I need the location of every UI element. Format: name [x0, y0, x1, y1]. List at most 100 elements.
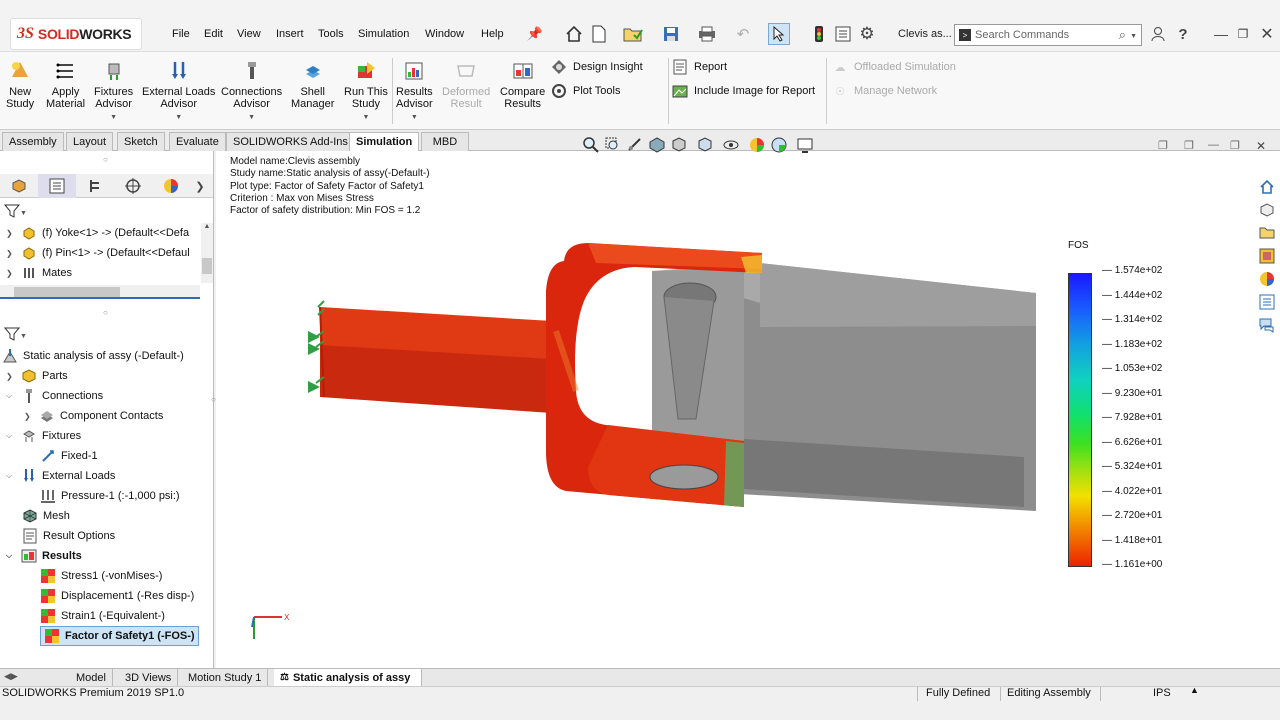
- file-explorer-icon[interactable]: [1256, 223, 1278, 243]
- doc-minimize-icon[interactable]: —: [1208, 139, 1219, 151]
- traffic-light-icon[interactable]: [808, 23, 830, 45]
- tree-pressure-1[interactable]: Pressure-1 (:-1,000 psi:): [0, 486, 212, 506]
- collapse-icon[interactable]: ⌵: [6, 551, 16, 561]
- options-icon[interactable]: ⚙: [856, 23, 878, 45]
- splitter-handle[interactable]: ○: [103, 308, 108, 317]
- design-insight-button[interactable]: Design Insight: [551, 59, 643, 75]
- filter-button[interactable]: ▼: [3, 326, 27, 345]
- tree-fixed-1[interactable]: Fixed-1: [0, 446, 212, 466]
- new-study-button[interactable]: New Study: [6, 58, 34, 110]
- chevron-down-icon[interactable]: ▼: [1130, 33, 1137, 40]
- shell-manager-button[interactable]: Shell Manager: [291, 58, 334, 110]
- tree-study[interactable]: Static analysis of assy (-Default-): [0, 346, 212, 366]
- doc-tile-right-icon[interactable]: ❐: [1184, 139, 1194, 152]
- tree-mesh[interactable]: Mesh: [0, 506, 212, 526]
- pin-icon[interactable]: 📌: [524, 23, 546, 45]
- fixtures-advisor-button[interactable]: Fixtures Advisor ▼: [94, 58, 133, 124]
- tree-item-pin[interactable]: ❯ (f) Pin<1> -> (Default<<Defaul: [0, 243, 200, 263]
- tree-external-loads[interactable]: ⌵ External Loads: [0, 466, 212, 486]
- tree-stress1[interactable]: Stress1 (-vonMises-): [0, 566, 212, 586]
- fos-result-model[interactable]: [216, 151, 1056, 571]
- feature-manager-tab-icon[interactable]: [0, 174, 38, 198]
- doc-close-icon[interactable]: ✕: [1256, 139, 1266, 153]
- collapse-icon[interactable]: ⌵: [6, 431, 16, 441]
- restore-icon[interactable]: ❐: [1232, 23, 1254, 45]
- search-input[interactable]: Search Commands: [975, 29, 1115, 41]
- offloaded-simulation-button[interactable]: ☁ Offloaded Simulation: [832, 59, 956, 75]
- custom-properties-icon[interactable]: [1256, 292, 1278, 312]
- menu-tools[interactable]: Tools: [318, 28, 344, 40]
- search-icon[interactable]: ⌕: [1119, 27, 1126, 43]
- doc-tile-left-icon[interactable]: ❐: [1158, 139, 1168, 152]
- expand-icon[interactable]: ❯: [6, 229, 16, 238]
- scroll-thumb[interactable]: [14, 287, 120, 297]
- search-commands[interactable]: > Search Commands ⌕ ▼: [954, 24, 1142, 46]
- compare-results-button[interactable]: Compare Results: [500, 58, 545, 110]
- tree-result-options[interactable]: Result Options: [0, 526, 212, 546]
- tree-item-yoke[interactable]: ❯ (f) Yoke<1> -> (Default<<Defa: [0, 223, 200, 243]
- minimize-icon[interactable]: —: [1210, 23, 1232, 45]
- home-icon[interactable]: [563, 23, 585, 45]
- display-manager-tab-icon[interactable]: [152, 174, 190, 198]
- tree-parts[interactable]: ❯ Parts: [0, 366, 212, 386]
- user-icon[interactable]: [1147, 23, 1169, 45]
- menu-edit[interactable]: Edit: [204, 28, 223, 40]
- apply-material-button[interactable]: Apply Material: [46, 58, 85, 110]
- tree-displacement1[interactable]: Displacement1 (-Res disp-): [0, 586, 212, 606]
- plot-tools-button[interactable]: Plot Tools ▼: [551, 83, 685, 99]
- expand-icon[interactable]: ❯: [24, 412, 34, 421]
- close-icon[interactable]: ✕: [1256, 23, 1278, 45]
- tab-motion-study-1[interactable]: Motion Study 1: [182, 669, 269, 686]
- expand-icon[interactable]: ❯: [6, 249, 16, 258]
- tab-layout[interactable]: Layout: [66, 132, 114, 151]
- new-doc-icon[interactable]: [588, 23, 610, 45]
- menu-help[interactable]: Help: [481, 28, 504, 40]
- configuration-manager-tab-icon[interactable]: [76, 174, 114, 198]
- tree-item-mates[interactable]: ❯ Mates: [0, 263, 200, 283]
- scroll-thumb[interactable]: [202, 258, 212, 274]
- report-button[interactable]: Report: [672, 59, 727, 75]
- tab-mbd[interactable]: MBD: [421, 132, 469, 151]
- collapse-icon[interactable]: ⌵: [6, 391, 16, 401]
- graphics-area[interactable]: ❐ ❐ — ❐ ✕ Model name:Clevis assembly Stu…: [216, 136, 1280, 668]
- solidworks-logo[interactable]: 3S SOLIDWORKS: [10, 18, 142, 50]
- doc-restore-icon[interactable]: ❐: [1230, 139, 1240, 152]
- tab-simulation[interactable]: Simulation: [349, 132, 420, 151]
- menu-insert[interactable]: Insert: [276, 28, 304, 40]
- tab-add-ins[interactable]: SOLIDWORKS Add-Ins: [226, 132, 355, 151]
- unit-system[interactable]: IPS: [1153, 687, 1171, 699]
- design-library-icon[interactable]: [1256, 200, 1278, 220]
- tab-3d-views[interactable]: 3D Views: [119, 669, 179, 686]
- manage-network-button[interactable]: ☉ Manage Network: [832, 83, 937, 99]
- connections-advisor-button[interactable]: Connections Advisor ▼: [221, 58, 282, 124]
- tree-results[interactable]: ⌵ Results: [0, 546, 212, 566]
- tree-strain1[interactable]: Strain1 (-Equivalent-): [0, 606, 212, 626]
- expand-icon[interactable]: ❯: [6, 372, 16, 381]
- results-advisor-button[interactable]: Results Advisor ▼: [396, 58, 433, 124]
- chevron-up-icon[interactable]: ▲: [1190, 685, 1199, 695]
- tree-component-contacts[interactable]: ❯ Component Contacts: [0, 406, 212, 426]
- tab-sketch[interactable]: Sketch: [117, 132, 165, 151]
- menu-view[interactable]: View: [237, 28, 261, 40]
- menu-window[interactable]: Window: [425, 28, 464, 40]
- scroll-up-icon[interactable]: ▲: [201, 223, 213, 230]
- splitter-handle[interactable]: ○: [103, 155, 108, 164]
- menu-simulation[interactable]: Simulation: [358, 28, 409, 40]
- expand-icon[interactable]: ❯: [6, 269, 16, 278]
- dimxpert-tab-icon[interactable]: [114, 174, 152, 198]
- filter-button[interactable]: ▼: [3, 203, 27, 222]
- tab-evaluate[interactable]: Evaluate: [169, 132, 226, 151]
- home-icon[interactable]: [1256, 177, 1278, 197]
- save-icon[interactable]: [660, 23, 682, 45]
- property-manager-tab-icon[interactable]: [38, 174, 76, 198]
- forum-icon[interactable]: [1256, 315, 1278, 335]
- tab-model[interactable]: Model: [70, 669, 113, 686]
- file-properties-icon[interactable]: [832, 23, 854, 45]
- include-image-button[interactable]: Include Image for Report: [672, 83, 815, 99]
- deformed-result-button[interactable]: Deformed Result: [442, 58, 490, 110]
- chevron-right-icon[interactable]: ❯: [190, 174, 210, 198]
- axis-triad[interactable]: X: [246, 609, 296, 649]
- help-icon[interactable]: ?: [1172, 23, 1194, 45]
- appearances-icon[interactable]: [1256, 269, 1278, 289]
- tree-horizontal-scrollbar[interactable]: [0, 285, 200, 299]
